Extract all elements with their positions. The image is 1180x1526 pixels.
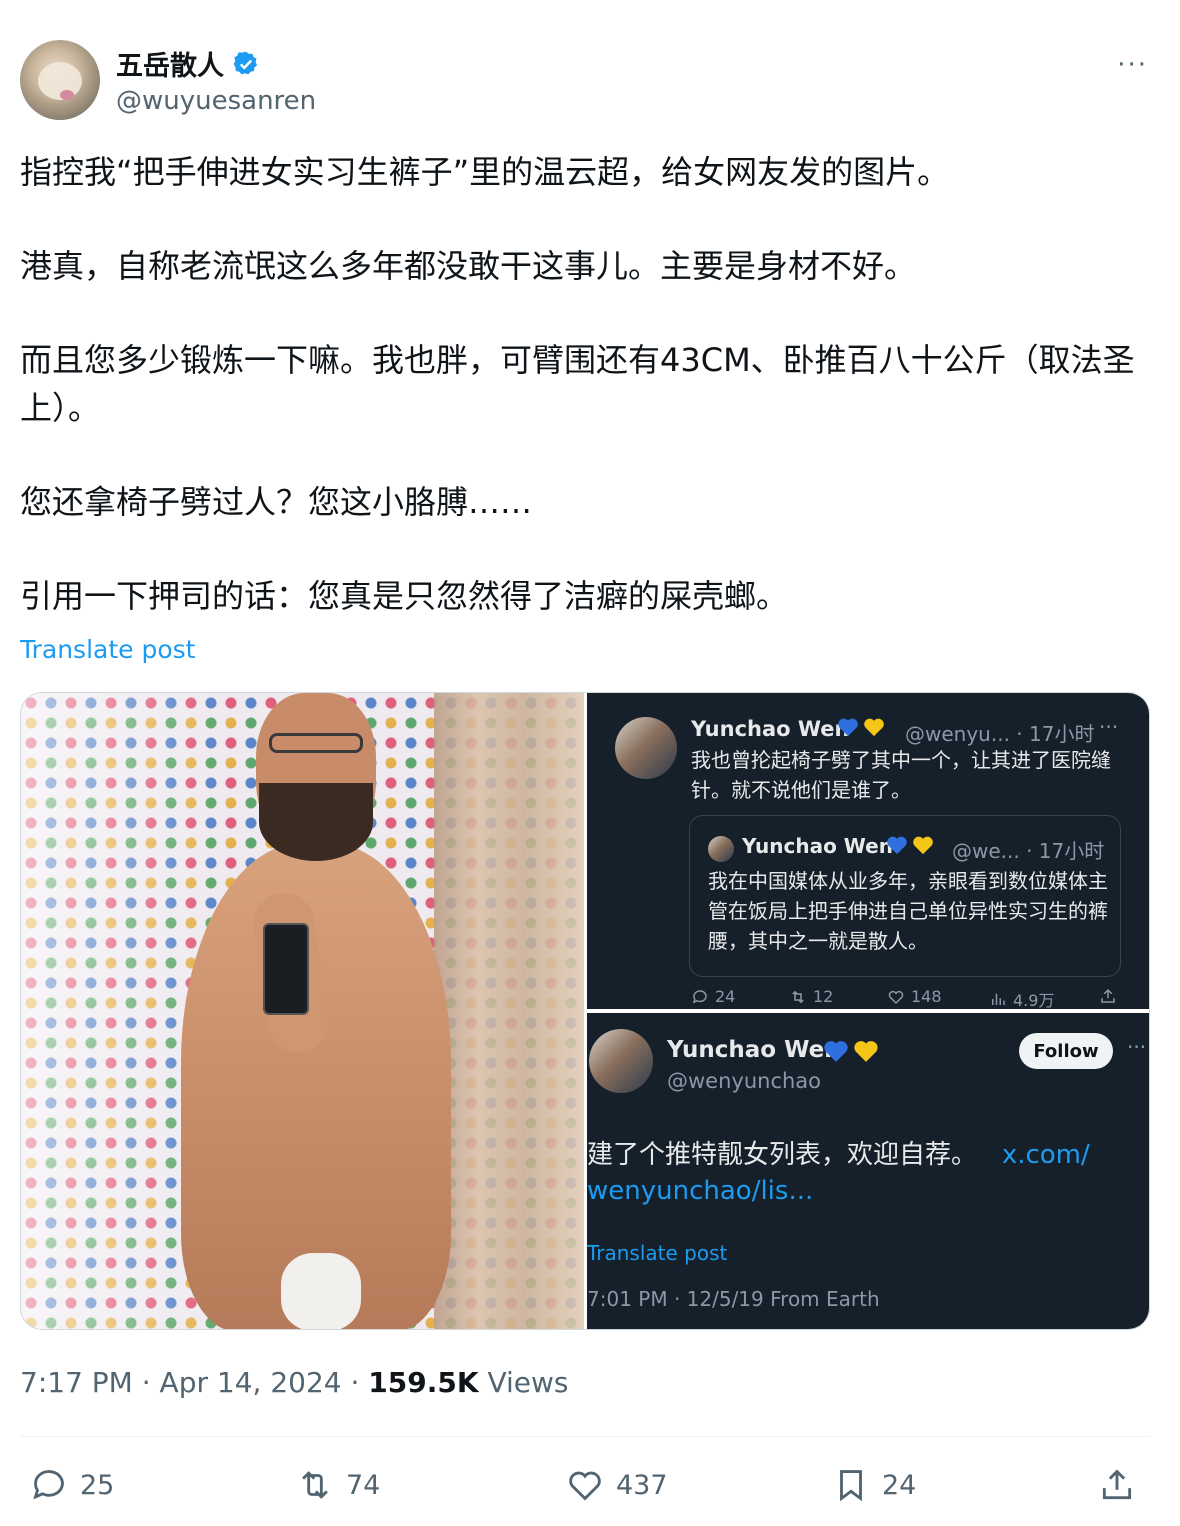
author-display-name[interactable]: 五岳散人: [116, 44, 224, 83]
repost-button[interactable]: 74: [296, 1460, 380, 1510]
post-paragraph: 指控我“把手伸进女实习生裤子”里的温云超，给女网友发的图片。: [20, 153, 950, 191]
verified-badge-icon: [233, 51, 258, 74]
repost-action: 12: [789, 987, 833, 1006]
repost-count: 74: [346, 1469, 381, 1501]
yellow-heart-icon: [913, 836, 933, 855]
share-icon: [1102, 1469, 1132, 1500]
author-name-row: 五岳散人: [116, 44, 260, 83]
quoted-meta: @wenyu... · 17小时: [905, 722, 1095, 746]
views-action: 4.9万: [989, 987, 1054, 1011]
heart-badges: [837, 717, 885, 737]
nested-meta: @we... · 17小时: [952, 839, 1105, 863]
yellow-heart-icon: [854, 1041, 878, 1062]
nested-quote: Yunchao Wen @we... · 17小时 我在中国媒体从业多年，亲眼看…: [689, 815, 1121, 977]
media-screenshot-reply[interactable]: Yunchao Wen @wenyu... · 17小时 ··· 我也曾抡起椅子…: [587, 693, 1149, 1011]
person-figure: [171, 693, 461, 1329]
bookmark-icon: [840, 1470, 862, 1502]
views-count: 159.5K: [368, 1366, 479, 1399]
profile-name: Yunchao Wen: [667, 1037, 841, 1063]
profile-post-main: 建了个推特靓女列表，欢迎自荐。: [587, 1140, 978, 1170]
author-handle[interactable]: @wuyuesanren: [116, 86, 316, 116]
nested-name: Yunchao Wen: [742, 834, 893, 858]
more-icon[interactable]: ···: [1117, 50, 1148, 80]
post-paragraph: 而且您多少锻炼一下嘛。我也胖，可臂围还有43CM、卧推百八十公斤（取法圣上）。: [20, 341, 1135, 427]
profile-post-text: 建了个推特靓女列表，欢迎自荐。 x.com/ wenyunchao/lis...: [587, 1137, 1147, 1209]
person-glasses: [269, 733, 363, 753]
blue-heart-icon: [838, 718, 858, 737]
plush-toy: [281, 1253, 361, 1329]
bookmark-count: 24: [882, 1469, 917, 1501]
media-photo[interactable]: [21, 693, 584, 1329]
reply-count: 25: [80, 1469, 115, 1501]
repost-icon: [792, 990, 804, 1003]
like-count: 437: [616, 1469, 668, 1501]
profile-post-timestamp: 7:01 PM · 12/5/19 From Earth: [587, 1287, 880, 1311]
reply-icon: [692, 989, 707, 1004]
meta-dot: ·: [350, 1366, 360, 1399]
repost-count: 12: [813, 987, 834, 1006]
post-paragraph: 港真，自称老流氓这么多年都没敢干这事儿。主要是身材不好。: [20, 247, 917, 285]
views-icon: [992, 993, 1005, 1005]
quoted-action-bar: 24 12 148 4.9万: [691, 987, 1131, 1011]
author-avatar[interactable]: [20, 40, 100, 120]
profile-handle: @wenyunchao: [667, 1069, 822, 1093]
reply-count: 24: [715, 987, 736, 1006]
meta-dot: ·: [141, 1366, 151, 1399]
share-action: [1099, 987, 1117, 1005]
avatar-cat-nose: [60, 90, 74, 100]
reply-icon: [33, 1470, 64, 1500]
divider: [20, 1436, 1150, 1437]
like-button[interactable]: 437: [566, 1460, 668, 1510]
post-action-bar: 25 74 437 24: [20, 1460, 1150, 1510]
like-icon: [569, 1471, 601, 1501]
share-button[interactable]: [1098, 1460, 1136, 1510]
post-body: 指控我“把手伸进女实习生裤子”里的温云超，给女网友发的图片。 港真，自称老流氓这…: [20, 148, 1150, 666]
media-grid: Yunchao Wen @wenyu... · 17小时 ··· 我也曾抡起椅子…: [20, 692, 1150, 1330]
post-meta: 7:17 PM · Apr 14, 2024 · 159.5K Views: [20, 1366, 569, 1399]
like-icon: [888, 990, 904, 1004]
post-paragraph: 您还拿椅子劈过人？您这小胳膊……: [20, 483, 533, 521]
quoted-text: 我也曾抡起椅子劈了其中一个，让其进了医院缝针。就不说他们是谁了。: [691, 748, 1111, 802]
yellow-heart-icon: [864, 718, 884, 737]
quoted-avatar: [615, 717, 677, 779]
follow-button: Follow: [1019, 1033, 1113, 1069]
more-icon: ···: [1099, 715, 1119, 739]
share-icon: [1101, 988, 1115, 1003]
repost-icon: [302, 1471, 328, 1499]
reply-button[interactable]: 25: [30, 1460, 114, 1510]
like-action: 148: [887, 987, 942, 1006]
profile-translate-link: Translate post: [587, 1241, 728, 1265]
like-count: 148: [911, 987, 942, 1006]
more-icon: ···: [1127, 1035, 1147, 1059]
nested-text: 我在中国媒体从业多年，亲眼看到数位媒体主管在饭局上把手伸进自己单位异性实习生的裤…: [708, 869, 1108, 953]
post-paragraph: 引用一下押司的话：您真是只忽然得了洁癖的屎壳螂。: [20, 577, 789, 615]
translate-post-link[interactable]: Translate post: [20, 635, 195, 664]
person-beard: [259, 783, 373, 861]
profile-avatar: [589, 1029, 653, 1093]
heart-badges: [823, 1039, 879, 1063]
blue-heart-icon: [824, 1041, 848, 1062]
reply-action: 24: [691, 987, 735, 1006]
post-date[interactable]: Apr 14, 2024: [160, 1366, 342, 1399]
phone: [263, 923, 309, 1015]
blue-heart-icon: [887, 836, 907, 855]
media-screenshot-profile-post[interactable]: Yunchao Wen @wenyunchao Follow ··· 建了个推特…: [587, 1013, 1149, 1329]
heart-badges: [886, 835, 934, 855]
nested-avatar: [708, 836, 734, 862]
views-label: Views: [487, 1366, 569, 1399]
views-count: 4.9万: [1013, 991, 1055, 1010]
profile-post-link: wenyunchao/lis...: [587, 1176, 814, 1206]
bookmark-button[interactable]: 24: [832, 1460, 916, 1510]
profile-post-link: x.com/: [1001, 1140, 1090, 1170]
quoted-name: Yunchao Wen: [691, 717, 850, 741]
post-time[interactable]: 7:17 PM: [20, 1366, 133, 1399]
